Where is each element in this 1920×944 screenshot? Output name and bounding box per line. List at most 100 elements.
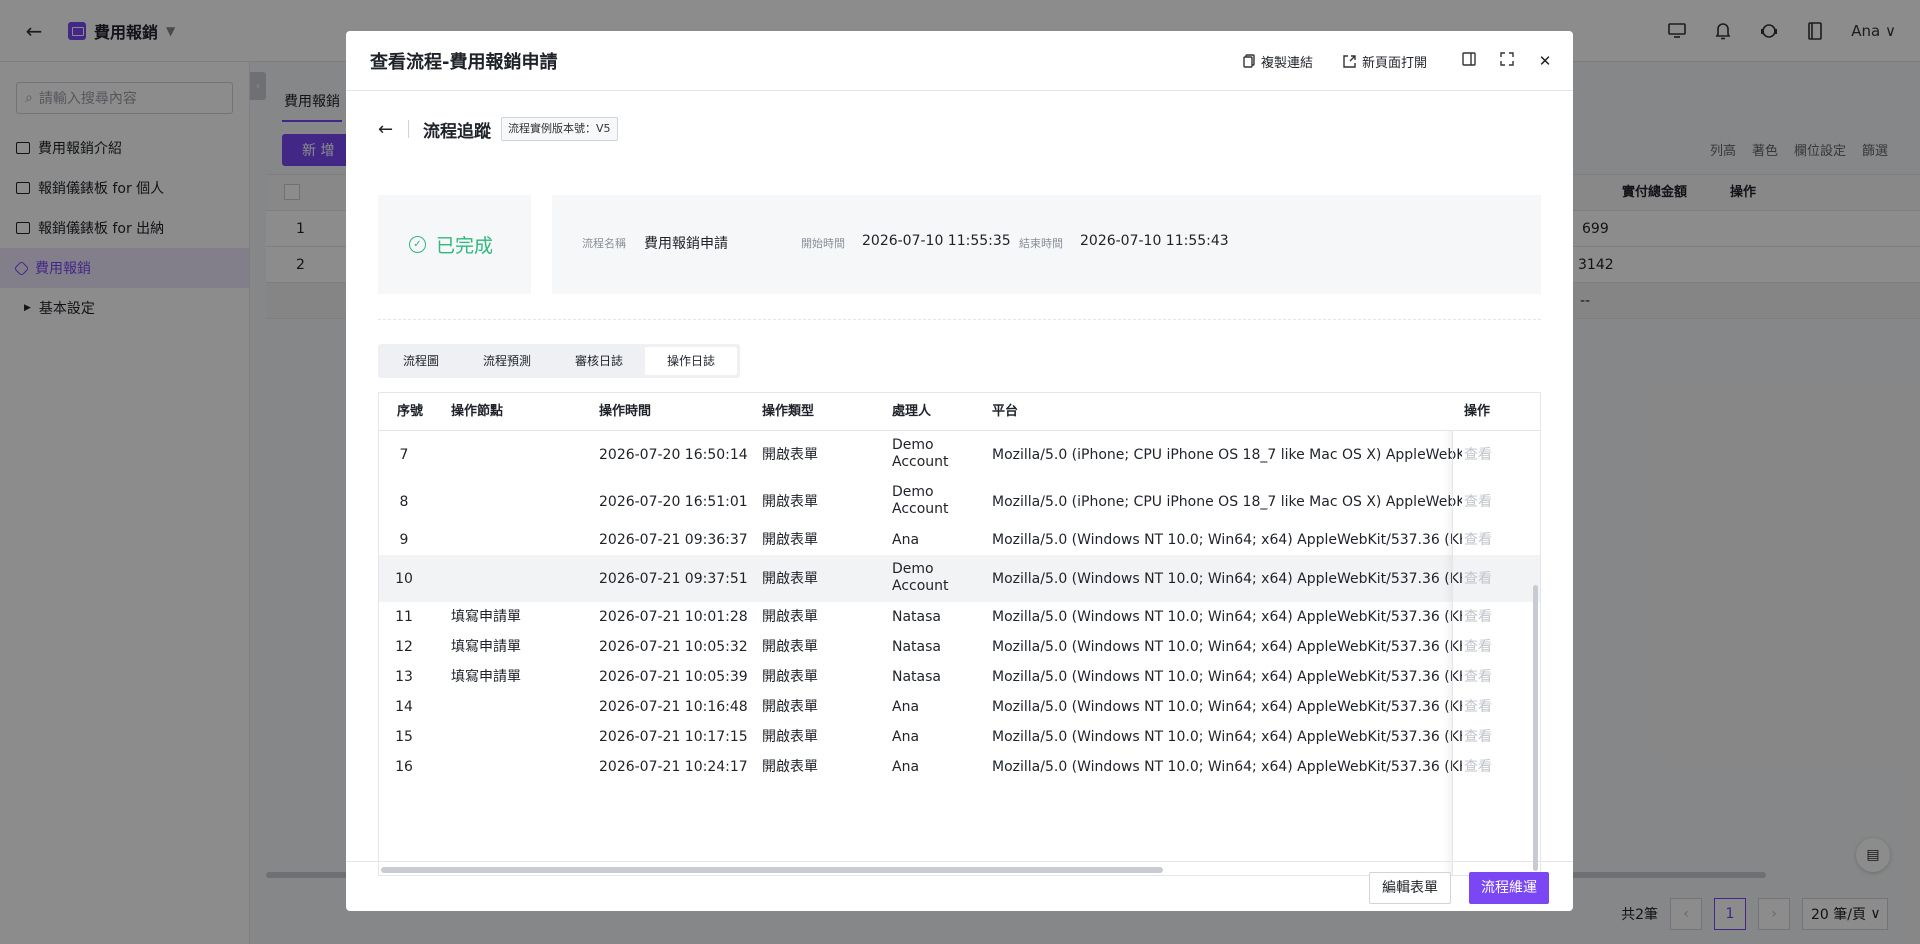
row-handler: Account	[892, 501, 949, 517]
column-action: 操作	[1464, 404, 1491, 419]
row-handler: Account	[892, 454, 949, 470]
close-icon[interactable]: ✕	[1537, 52, 1553, 70]
row-platform: Mozilla/5.0 (Windows NT 10.0; Win64; x64…	[992, 639, 1462, 655]
row-index: 15	[395, 729, 413, 745]
row-type: 開啟表單	[762, 570, 818, 587]
row-handler: Ana	[892, 759, 920, 775]
row-time: 2026-07-21 10:24:17	[599, 759, 748, 775]
horizontal-scrollbar[interactable]	[381, 867, 1163, 873]
flow-name-label: 流程名稱	[582, 237, 626, 250]
row-handler: Account	[892, 578, 949, 594]
column-type: 操作類型	[762, 404, 815, 419]
end-time-value: 2026-07-10 11:55:43	[1080, 233, 1229, 249]
open-external-icon	[1343, 54, 1356, 68]
row-platform: Mozilla/5.0 (Windows NT 10.0; Win64; x64…	[992, 570, 1462, 587]
row-type: 開啟表單	[762, 669, 818, 685]
row-index: 7	[399, 446, 409, 463]
operation-log-table: 序號 操作節點 操作時間 操作類型 處理人 平台 操作 7 2026-07-20 …	[378, 392, 1541, 876]
fullscreen-icon[interactable]	[1499, 52, 1515, 70]
view-tabs: 流程圖 流程預測 審核日誌 操作日誌	[378, 344, 741, 378]
tab-operation-log[interactable]: 操作日誌	[645, 347, 738, 375]
column-platform: 平台	[992, 404, 1019, 419]
table-row[interactable]: 9 2026-07-21 09:36:37 開啟表單 Mozilla/5.0 (Win…	[379, 525, 1540, 555]
table-body: 7 2026-07-20 16:50:14 開啟表單 Mozilla/5.0 (iPh…	[379, 431, 1540, 782]
row-index: 16	[395, 759, 413, 775]
back-arrow-icon[interactable]: ←	[378, 119, 398, 140]
side-panel-icon[interactable]	[1461, 52, 1477, 70]
row-index: 11	[395, 609, 413, 625]
start-time-value: 2026-07-10 11:55:35	[862, 233, 1011, 249]
row-platform: Mozilla/5.0 (Windows NT 10.0; Win64; x64…	[992, 532, 1462, 548]
open-new-page-button[interactable]: 新頁面打開	[1343, 52, 1427, 71]
status-card: ✓ 已完成	[378, 195, 531, 294]
table-header: 序號 操作節點 操作時間 操作類型 處理人 平台 操作	[379, 393, 1540, 431]
table-row[interactable]: 8 2026-07-20 16:51:01 開啟表單 Mozilla/5.0 (iPh…	[379, 478, 1540, 525]
flow-view-modal: 查看流程-費用報銷申請 複製連結 新頁面打開 ✕ ← 流程追蹤 流程實例版本號：…	[346, 31, 1573, 911]
row-time: 2026-07-21 10:05:39	[599, 669, 748, 685]
fixed-action-column	[1452, 393, 1540, 875]
row-time: 2026-07-21 10:16:48	[599, 699, 748, 715]
row-platform: Mozilla/5.0 (iPhone; CPU iPhone OS 18_7 …	[992, 446, 1462, 463]
row-type: 開啟表單	[762, 699, 818, 715]
row-handler: Natasa	[892, 639, 941, 655]
row-type: 開啟表單	[762, 639, 818, 655]
row-handler: Ana	[892, 699, 920, 715]
flow-maintain-button[interactable]: 流程維運	[1469, 872, 1549, 904]
row-node: 填寫申請單	[451, 669, 521, 685]
column-index: 序號	[397, 404, 424, 419]
copy-link-label: 複製連結	[1260, 55, 1313, 71]
open-new-page-label: 新頁面打開	[1361, 55, 1427, 71]
table-row[interactable]: 15 2026-07-21 10:17:15 開啟表單 Mozilla/5.0 (Wi…	[379, 722, 1540, 752]
row-handler: Demo	[892, 437, 934, 453]
row-time: 2026-07-21 09:36:37	[599, 532, 748, 548]
copy-link-button[interactable]: 複製連結	[1243, 52, 1313, 71]
row-platform: Mozilla/5.0 (Windows NT 10.0; Win64; x64…	[992, 759, 1462, 775]
row-index: 8	[399, 493, 409, 510]
row-time: 2026-07-21 09:37:51	[599, 570, 748, 587]
row-handler: Natasa	[892, 609, 941, 625]
row-index: 10	[395, 570, 413, 587]
modal-title: 查看流程-費用報銷申請	[370, 51, 558, 73]
row-type: 開啟表單	[762, 729, 818, 745]
row-type: 開啟表單	[762, 609, 818, 625]
table-row[interactable]: 11 填寫申請單 2026-07-21 10:01:28 開啟表單 Mozilla/5.…	[379, 602, 1540, 632]
row-time: 2026-07-21 10:01:28	[599, 609, 748, 625]
row-platform: Mozilla/5.0 (Windows NT 10.0; Win64; x64…	[992, 669, 1462, 685]
table-row[interactable]: 10 2026-07-21 09:37:51 開啟表單 Mozilla/5.0 (Wi…	[379, 555, 1540, 602]
flow-info-card: 流程名稱 費用報銷申請 開始時間 2026-07-10 11:55:35 結束時…	[552, 195, 1541, 294]
table-row[interactable]: 12 填寫申請單 2026-07-21 10:05:32 開啟表單 Mozilla/5.…	[379, 632, 1540, 662]
vertical-scrollbar[interactable]	[1533, 585, 1538, 871]
row-time: 2026-07-20 16:51:01	[599, 493, 748, 510]
row-index: 14	[395, 699, 413, 715]
row-index: 13	[395, 669, 413, 685]
divider	[408, 120, 409, 138]
edit-form-button[interactable]: 編輯表單	[1369, 872, 1451, 904]
row-handler: Natasa	[892, 669, 941, 685]
table-row[interactable]: 7 2026-07-20 16:50:14 開啟表單 Mozilla/5.0 (iPh…	[379, 431, 1540, 478]
row-node: 填寫申請單	[451, 609, 521, 625]
row-platform: Mozilla/5.0 (Windows NT 10.0; Win64; x64…	[992, 699, 1462, 715]
copy-icon	[1243, 54, 1255, 68]
row-time: 2026-07-21 10:17:15	[599, 729, 748, 745]
row-time: 2026-07-21 10:05:32	[599, 639, 748, 655]
row-time: 2026-07-20 16:50:14	[599, 446, 748, 463]
column-node: 操作節點	[451, 404, 504, 419]
column-handler: 處理人	[892, 404, 932, 419]
check-circle-icon: ✓	[409, 236, 426, 253]
tab-flow-prediction[interactable]: 流程預測	[461, 347, 553, 375]
row-platform: Mozilla/5.0 (Windows NT 10.0; Win64; x64…	[992, 729, 1462, 745]
trace-header: ← 流程追蹤 流程實例版本號：V5	[378, 115, 618, 143]
row-type: 開啟表單	[762, 493, 818, 510]
tab-review-log[interactable]: 審核日誌	[553, 347, 645, 375]
row-type: 開啟表單	[762, 759, 818, 775]
table-row[interactable]: 16 2026-07-21 10:24:17 開啟表單 Mozilla/5.0 (Wi…	[379, 752, 1540, 782]
tab-flow-diagram[interactable]: 流程圖	[381, 347, 461, 375]
row-handler: Demo	[892, 484, 934, 500]
table-row[interactable]: 13 填寫申請單 2026-07-21 10:05:39 開啟表單 Mozilla/5.…	[379, 662, 1540, 692]
end-time-label: 結束時間	[1019, 237, 1063, 250]
row-type: 開啟表單	[762, 446, 818, 463]
table-row[interactable]: 14 2026-07-21 10:16:48 開啟表單 Mozilla/5.0 (Wi…	[379, 692, 1540, 722]
row-handler: Ana	[892, 729, 920, 745]
row-index: 12	[395, 639, 413, 655]
flow-name-value: 費用報銷申請	[644, 236, 728, 252]
